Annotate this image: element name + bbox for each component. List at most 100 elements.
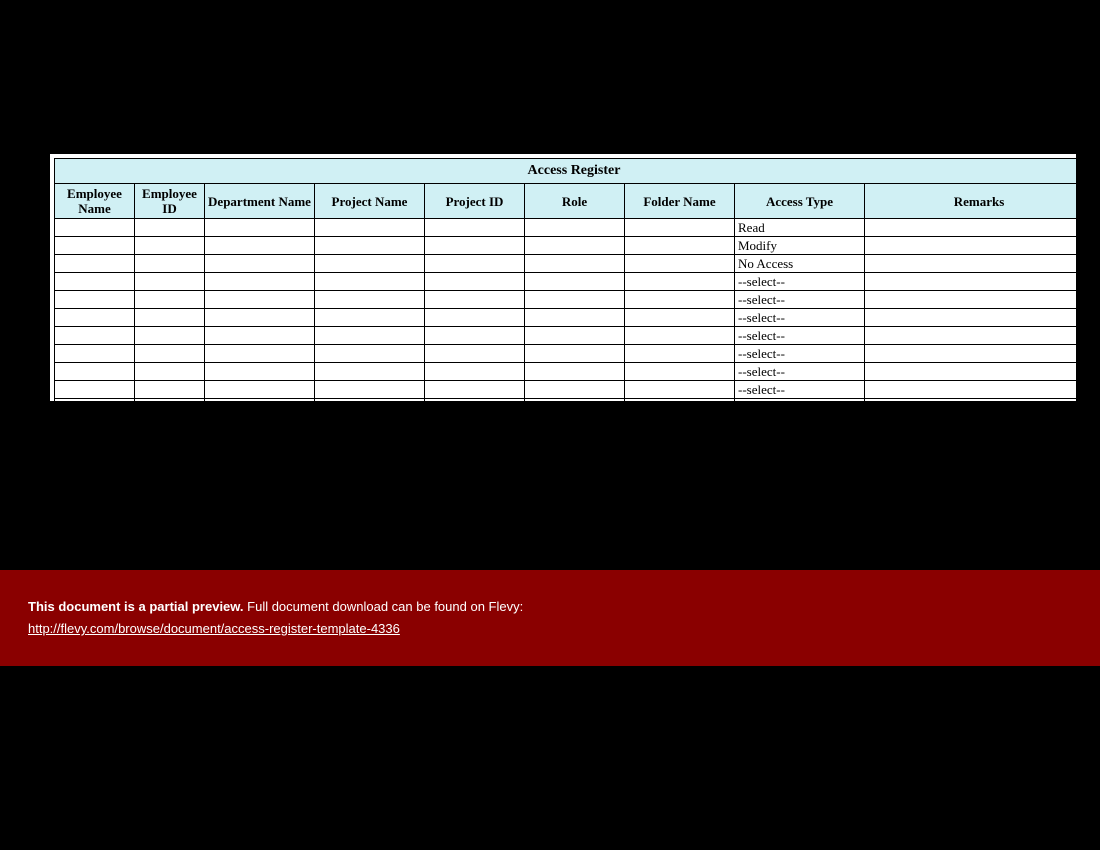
empty-cell <box>315 273 425 291</box>
access-register-sheet: Access Register Employee Name Employee I… <box>48 152 1076 401</box>
empty-cell <box>135 399 205 402</box>
empty-cell <box>625 381 735 399</box>
empty-cell <box>425 399 525 402</box>
empty-cell <box>425 255 525 273</box>
col-project-name: Project Name <box>315 184 425 219</box>
empty-cell <box>55 327 135 345</box>
empty-cell <box>865 363 1077 381</box>
empty-cell <box>205 363 315 381</box>
empty-cell <box>625 237 735 255</box>
access-type-cell[interactable]: --select-- <box>735 399 865 402</box>
access-type-cell[interactable]: --select-- <box>735 345 865 363</box>
empty-cell <box>425 363 525 381</box>
empty-cell <box>205 273 315 291</box>
empty-cell <box>55 273 135 291</box>
empty-cell <box>625 327 735 345</box>
empty-cell <box>315 255 425 273</box>
empty-cell <box>525 345 625 363</box>
empty-cell <box>525 291 625 309</box>
empty-cell <box>865 399 1077 402</box>
table-row: --select-- <box>55 291 1077 309</box>
empty-cell <box>865 291 1077 309</box>
empty-cell <box>55 363 135 381</box>
empty-cell <box>135 381 205 399</box>
empty-cell <box>205 291 315 309</box>
empty-cell <box>205 237 315 255</box>
banner-bold-text: This document is a partial preview. <box>28 599 244 614</box>
empty-cell <box>315 381 425 399</box>
access-register-table: Access Register Employee Name Employee I… <box>54 158 1076 401</box>
table-row: --select-- <box>55 309 1077 327</box>
access-type-cell[interactable]: --select-- <box>735 327 865 345</box>
empty-cell <box>135 255 205 273</box>
banner-line-1: This document is a partial preview. Full… <box>28 596 1100 618</box>
col-role: Role <box>525 184 625 219</box>
access-type-cell[interactable]: No Access <box>735 255 865 273</box>
empty-cell <box>525 219 625 237</box>
empty-cell <box>865 237 1077 255</box>
access-type-cell[interactable]: --select-- <box>735 273 865 291</box>
empty-cell <box>55 381 135 399</box>
empty-cell <box>425 237 525 255</box>
empty-cell <box>525 363 625 381</box>
empty-cell <box>205 255 315 273</box>
empty-cell <box>315 219 425 237</box>
empty-cell <box>525 237 625 255</box>
col-employee-name: Employee Name <box>55 184 135 219</box>
empty-cell <box>425 309 525 327</box>
col-folder-name: Folder Name <box>625 184 735 219</box>
empty-cell <box>865 381 1077 399</box>
empty-cell <box>55 291 135 309</box>
empty-cell <box>135 219 205 237</box>
empty-cell <box>55 255 135 273</box>
col-access-type: Access Type <box>735 184 865 219</box>
empty-cell <box>425 327 525 345</box>
empty-cell <box>315 399 425 402</box>
table-header-row: Employee Name Employee ID Department Nam… <box>55 184 1077 219</box>
empty-cell <box>425 291 525 309</box>
empty-cell <box>135 363 205 381</box>
preview-banner: This document is a partial preview. Full… <box>0 570 1100 666</box>
empty-cell <box>425 345 525 363</box>
empty-cell <box>525 309 625 327</box>
access-type-cell[interactable]: --select-- <box>735 363 865 381</box>
empty-cell <box>425 273 525 291</box>
empty-cell <box>625 255 735 273</box>
empty-cell <box>625 291 735 309</box>
empty-cell <box>525 399 625 402</box>
table-row: --select-- <box>55 381 1077 399</box>
empty-cell <box>425 381 525 399</box>
table-body: ReadModifyNo Access--select----select---… <box>55 219 1077 402</box>
empty-cell <box>55 309 135 327</box>
empty-cell <box>205 399 315 402</box>
access-type-cell[interactable]: --select-- <box>735 309 865 327</box>
empty-cell <box>625 399 735 402</box>
empty-cell <box>865 219 1077 237</box>
empty-cell <box>315 309 425 327</box>
banner-link[interactable]: http://flevy.com/browse/document/access-… <box>28 621 400 636</box>
table-row: Read <box>55 219 1077 237</box>
empty-cell <box>135 345 205 363</box>
empty-cell <box>315 291 425 309</box>
table-row: --select-- <box>55 345 1077 363</box>
empty-cell <box>865 255 1077 273</box>
col-employee-id: Employee ID <box>135 184 205 219</box>
access-type-cell[interactable]: Read <box>735 219 865 237</box>
empty-cell <box>315 327 425 345</box>
empty-cell <box>315 363 425 381</box>
empty-cell <box>135 273 205 291</box>
empty-cell <box>135 327 205 345</box>
empty-cell <box>865 327 1077 345</box>
access-type-cell[interactable]: --select-- <box>735 381 865 399</box>
empty-cell <box>205 309 315 327</box>
empty-cell <box>205 327 315 345</box>
access-type-cell[interactable]: Modify <box>735 237 865 255</box>
access-type-cell[interactable]: --select-- <box>735 291 865 309</box>
table-row: --select-- <box>55 327 1077 345</box>
empty-cell <box>205 219 315 237</box>
empty-cell <box>135 309 205 327</box>
table-row: Modify <box>55 237 1077 255</box>
banner-rest-text: Full document download can be found on F… <box>244 599 524 614</box>
empty-cell <box>625 309 735 327</box>
empty-cell <box>625 345 735 363</box>
